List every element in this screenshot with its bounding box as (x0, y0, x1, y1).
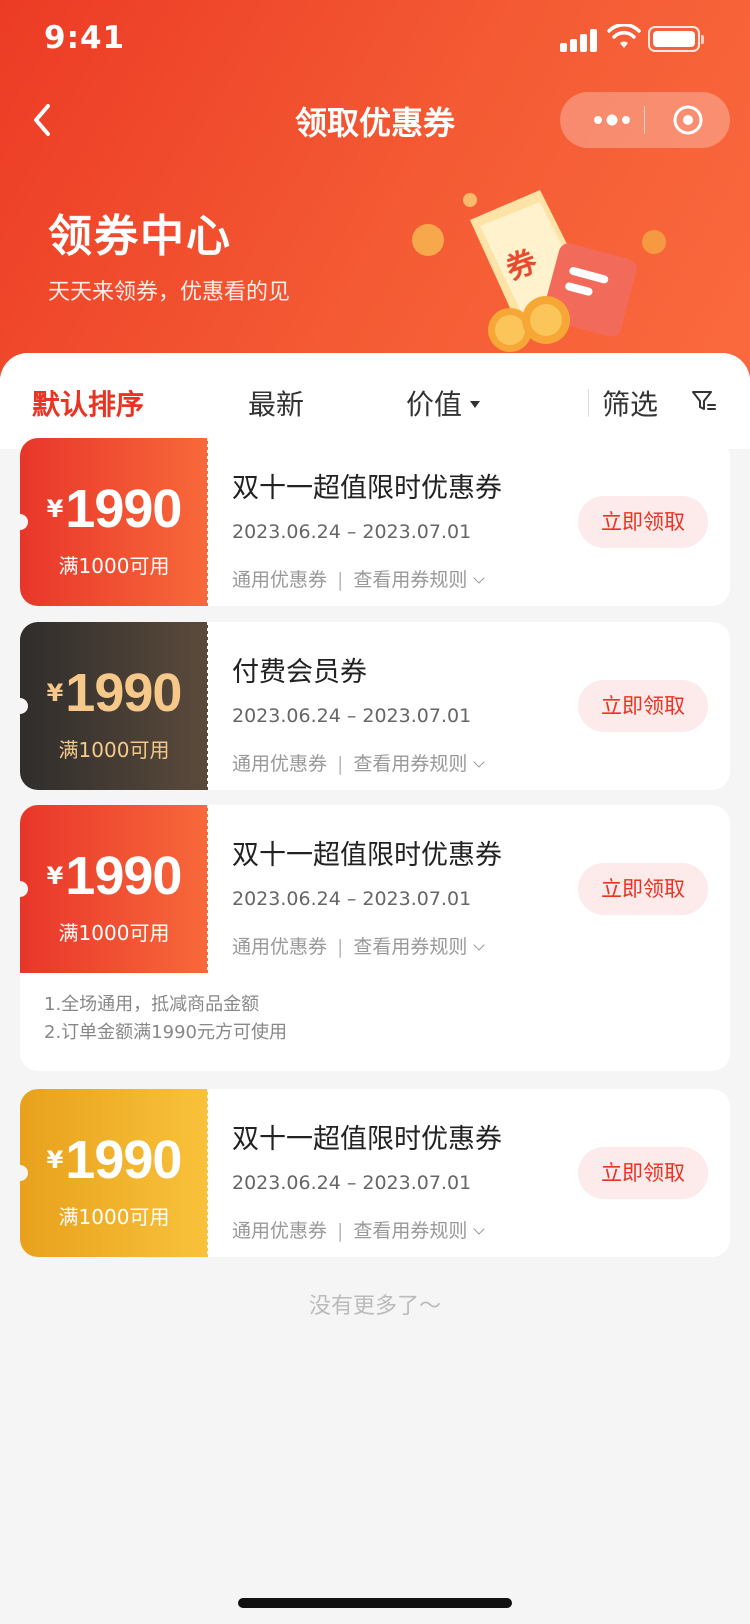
currency-symbol: ¥ (46, 862, 64, 890)
chevron-down-icon[interactable] (473, 572, 486, 584)
perforation (207, 805, 209, 973)
view-rules-link[interactable]: 查看用券规则 (353, 569, 467, 591)
coupon-date: 2023.06.24 – 2023.07.01 (232, 888, 472, 910)
coupon-name: 付费会员券 (232, 657, 367, 688)
coupon-stub: ¥1990 满1000可用 (20, 438, 209, 606)
coupon-type: 通用优惠券 (232, 1220, 328, 1242)
coupon-type: 通用优惠券 (232, 569, 328, 591)
coupon-amount: ¥1990 (20, 845, 208, 907)
sort-tabs: 默认排序 最新 价值 筛选 (0, 353, 750, 449)
chevron-down-icon[interactable] (473, 756, 486, 768)
chevron-down-icon[interactable] (473, 1223, 486, 1235)
amount-value: 1990 (65, 846, 182, 906)
status-time: 9:41 (44, 20, 126, 56)
coupon-condition: 满1000可用 (58, 554, 170, 578)
coupon-meta: 通用优惠券 | 查看用券规则 (232, 932, 502, 959)
coupon-amount: ¥1990 (20, 478, 208, 540)
coupon-card: ¥1990 满1000可用 双十一超值限时优惠券 2023.06.24 – 20… (20, 1089, 730, 1257)
coupon-date: 2023.06.24 – 2023.07.01 (232, 521, 472, 543)
tab-value[interactable]: 价值 (406, 383, 481, 423)
signal-icon (560, 28, 600, 52)
amount-value: 1990 (65, 479, 182, 539)
coupon-info: 双十一超值限时优惠券 2023.06.24 – 2023.07.01 通用优惠券… (232, 466, 502, 592)
currency-symbol: ¥ (46, 495, 64, 523)
claim-button[interactable]: 立即领取 (578, 863, 708, 915)
page-header: 9:41 领取优惠券 领券中心 天天来领券，优惠看的见 券 (0, 0, 750, 400)
coupon-info: 双十一超值限时优惠券 2023.06.24 – 2023.07.01 通用优惠券… (232, 1117, 502, 1243)
coupon-amount: ¥1990 (20, 662, 208, 724)
view-rules-link[interactable]: 查看用券规则 (353, 753, 467, 775)
tab-filter[interactable]: 筛选 (602, 383, 658, 423)
chevron-down-icon[interactable] (473, 939, 486, 951)
coupon-info: 付费会员券 2023.06.24 – 2023.07.01 通用优惠券 | 查看用券… (232, 650, 486, 776)
coupon-type: 通用优惠券 (232, 936, 328, 958)
coupon-amount: ¥1990 (20, 1129, 208, 1191)
coupon-illustration: 券 (412, 190, 666, 352)
coupon-panel: 默认排序 最新 价值 筛选 ¥1990 满1000可用 双十一超值限时优惠券 2… (0, 353, 750, 1624)
coupon-name: 双十一超值限时优惠券 (232, 473, 502, 504)
amount-value: 1990 (65, 1130, 182, 1190)
coupon-condition: 满1000可用 (58, 921, 170, 945)
rule-line: 1.全场通用，抵减商品金额 (44, 994, 260, 1015)
more-dots-icon[interactable] (592, 108, 632, 132)
tab-default-sort[interactable]: 默认排序 (32, 383, 144, 423)
battery-icon (648, 26, 704, 52)
hero-subtitle: 天天来领券，优惠看的见 (48, 280, 291, 305)
currency-symbol: ¥ (46, 679, 64, 707)
coupon-date: 2023.06.24 – 2023.07.01 (232, 1172, 472, 1194)
perforation (207, 438, 209, 606)
coupon-meta: 通用优惠券 | 查看用券规则 (232, 1216, 502, 1243)
close-target-icon[interactable] (672, 104, 704, 136)
coupon-name: 双十一超值限时优惠券 (232, 1124, 502, 1155)
tab-divider (588, 389, 589, 417)
coupon-stub: ¥1990 满1000可用 (20, 1089, 209, 1257)
coupon-condition: 满1000可用 (58, 738, 170, 762)
coupon-card-expanded: ¥1990 满1000可用 双十一超值限时优惠券 2023.06.24 – 20… (20, 805, 730, 1071)
coupon-type: 通用优惠券 (232, 753, 328, 775)
tab-latest[interactable]: 最新 (248, 383, 304, 423)
coupon-rules: 1.全场通用，抵减商品金额 2.订单金额满1990元方可使用 (44, 991, 287, 1047)
perforation (207, 1089, 209, 1257)
coupon-meta: 通用优惠券 | 查看用券规则 (232, 749, 486, 776)
filter-icon[interactable] (690, 387, 718, 415)
tab-value-label: 价值 (406, 388, 463, 421)
capsule-divider (644, 106, 645, 134)
coupon-card: ¥1990 满1000可用 付费会员券 2023.06.24 – 2023.07… (20, 622, 730, 790)
wifi-icon (607, 24, 641, 48)
claim-button[interactable]: 立即领取 (578, 496, 708, 548)
view-rules-link[interactable]: 查看用券规则 (353, 1220, 467, 1242)
home-indicator (238, 1598, 512, 1608)
coupon-date: 2023.06.24 – 2023.07.01 (232, 705, 472, 727)
coupon-meta: 通用优惠券 | 查看用券规则 (232, 565, 502, 592)
amount-value: 1990 (65, 663, 182, 723)
coupon-condition: 满1000可用 (58, 1205, 170, 1229)
hero-title: 领券中心 (48, 211, 232, 262)
rule-line: 2.订单金额满1990元方可使用 (44, 1022, 287, 1043)
claim-button[interactable]: 立即领取 (578, 1147, 708, 1199)
currency-symbol: ¥ (46, 1146, 64, 1174)
status-bar: 9:41 (0, 0, 750, 80)
coupon-name: 双十一超值限时优惠券 (232, 840, 502, 871)
coupon-stub: ¥1990 满1000可用 (20, 622, 209, 790)
list-end-text: 没有更多了～ (308, 1294, 441, 1319)
perforation (207, 622, 209, 790)
view-rules-link[interactable]: 查看用券规则 (353, 936, 467, 958)
coupon-card: ¥1990 满1000可用 双十一超值限时优惠券 2023.06.24 – 20… (20, 438, 730, 606)
coupon-info: 双十一超值限时优惠券 2023.06.24 – 2023.07.01 通用优惠券… (232, 833, 502, 959)
coupon-stub: ¥1990 满1000可用 (20, 805, 209, 973)
mini-program-capsule (560, 92, 730, 148)
claim-button[interactable]: 立即领取 (578, 680, 708, 732)
caret-down-icon (470, 400, 481, 408)
